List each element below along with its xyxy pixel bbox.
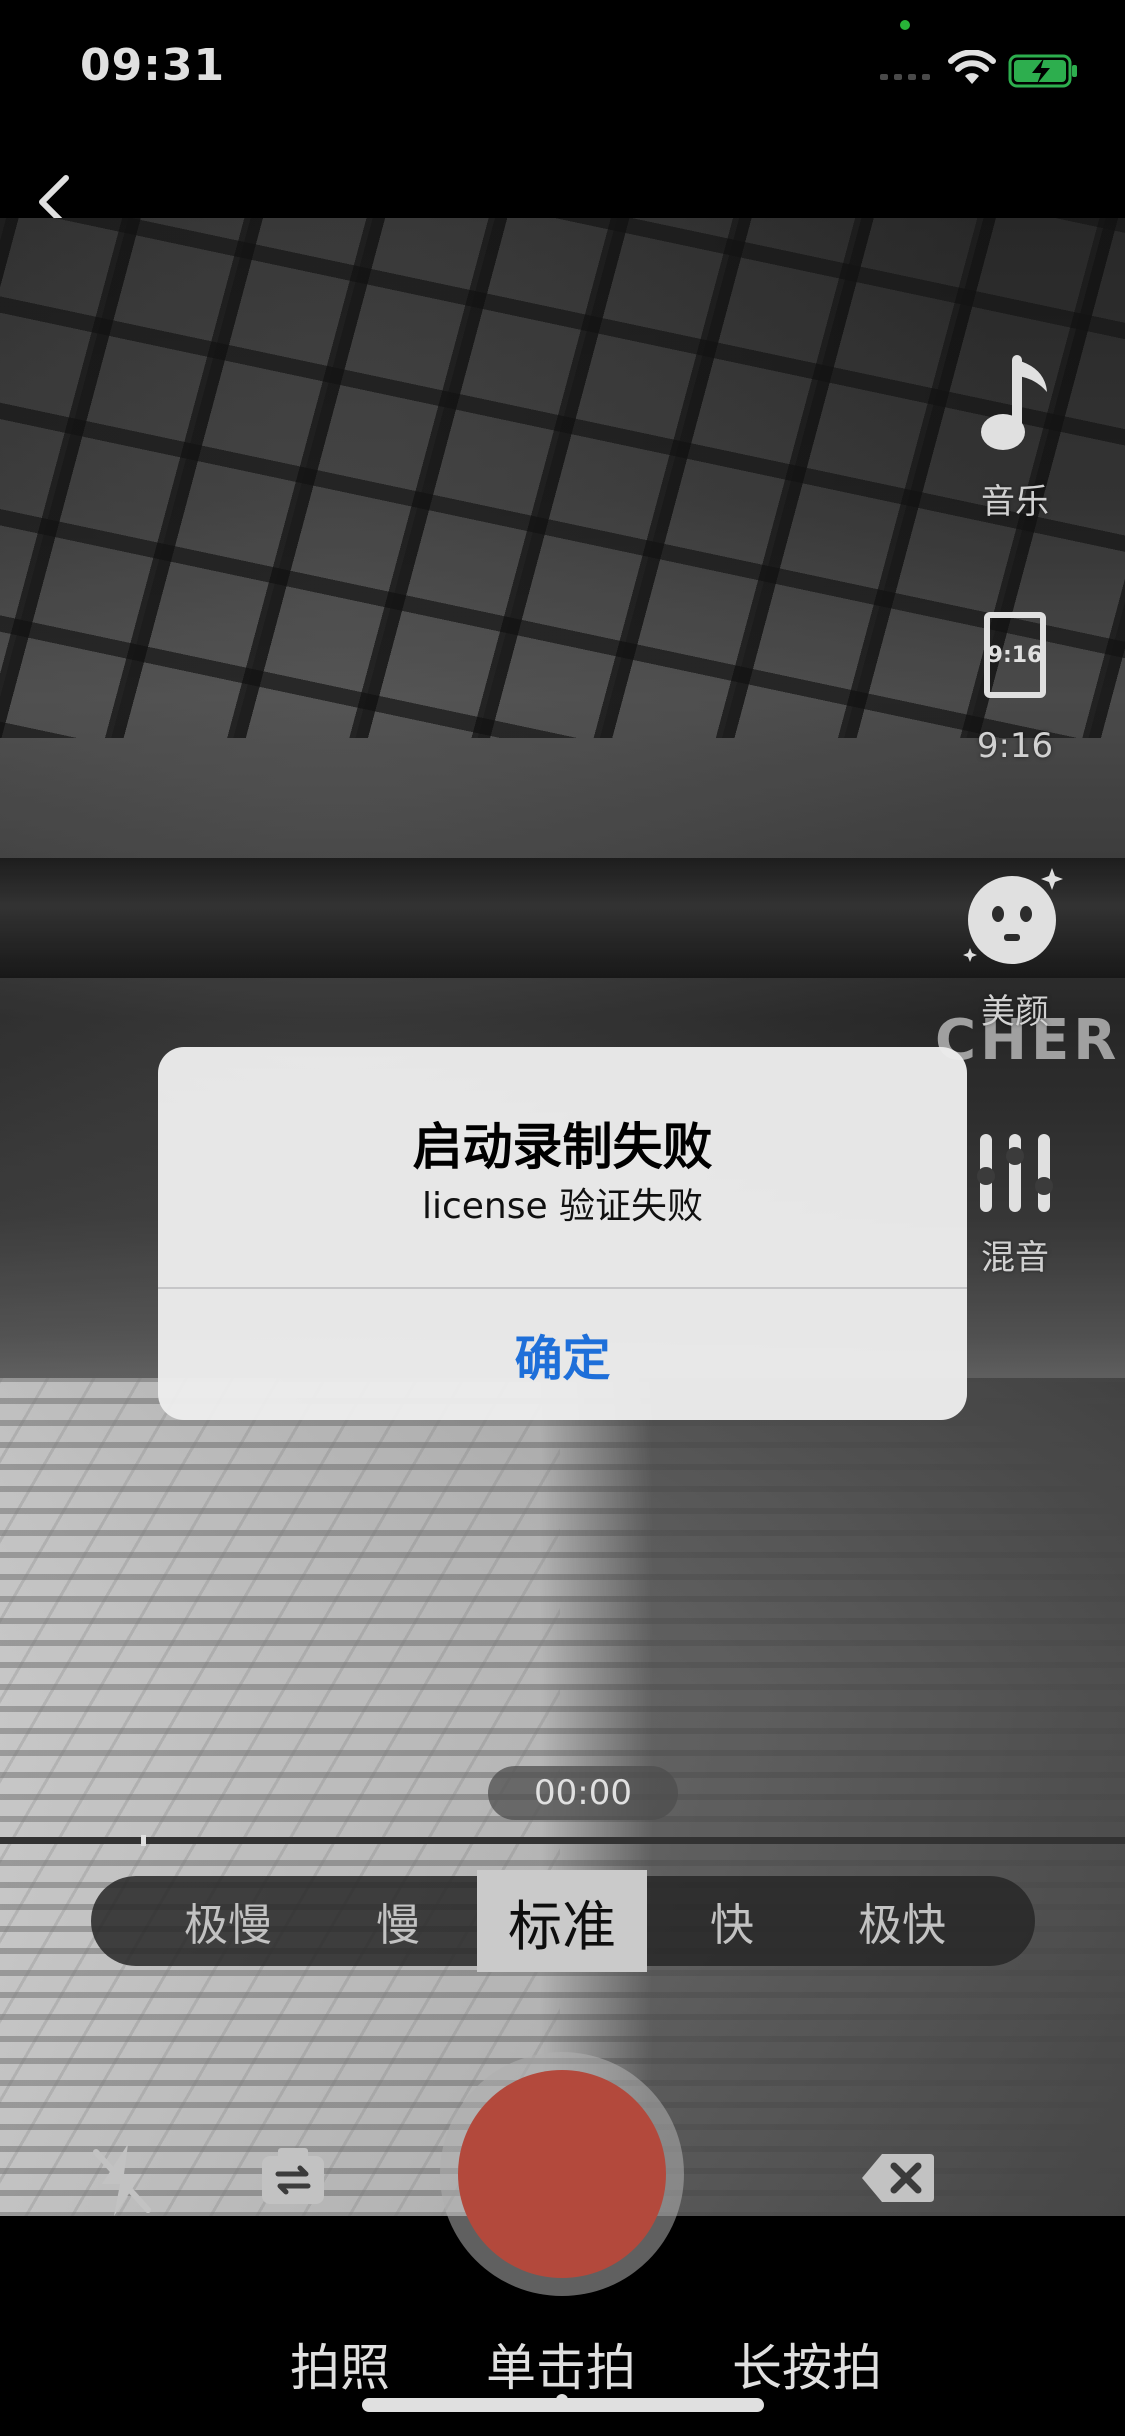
alert-title: 启动录制失败 xyxy=(412,1118,713,1176)
alert-ok-button[interactable]: 确定 xyxy=(158,1288,967,1420)
alert-message: license 验证失败 xyxy=(421,1186,704,1227)
alert-dialog: 启动录制失败 license 验证失败 确定 xyxy=(158,1047,967,1420)
